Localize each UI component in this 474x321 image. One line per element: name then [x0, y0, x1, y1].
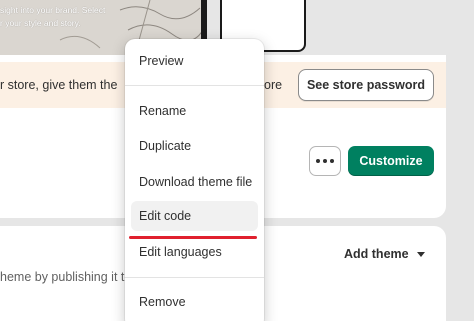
- ellipsis-icon: [316, 159, 320, 163]
- menu-divider: [125, 277, 264, 278]
- chevron-down-icon: [416, 251, 425, 257]
- menu-item-preview[interactable]: Preview: [131, 46, 258, 76]
- menu-item-download-theme-file[interactable]: Download theme file: [131, 167, 258, 197]
- theme-actions-menu: Preview Rename Duplicate Download theme …: [125, 39, 264, 321]
- library-description: heme by publishing it to: [0, 270, 132, 284]
- preview-hero-text: sight into your brand. Select r your sty…: [0, 5, 106, 28]
- menu-item-rename[interactable]: Rename: [131, 96, 258, 126]
- annotation-underline: [129, 236, 257, 239]
- add-theme-button[interactable]: Add theme: [344, 246, 425, 262]
- menu-item-duplicate[interactable]: Duplicate: [131, 131, 258, 161]
- banner-text: r store, give them the: [0, 78, 118, 92]
- more-actions-button[interactable]: [309, 146, 341, 176]
- menu-item-remove[interactable]: Remove: [131, 287, 258, 317]
- menu-divider: [125, 85, 264, 86]
- banner-text-tail: ore: [264, 78, 283, 92]
- menu-item-edit-languages[interactable]: Edit languages: [131, 237, 258, 267]
- menu-item-edit-code[interactable]: Edit code: [131, 201, 258, 231]
- customize-button[interactable]: Customize: [348, 146, 434, 176]
- add-theme-label: Add theme: [344, 247, 409, 261]
- see-store-password-button[interactable]: See store password: [298, 69, 434, 101]
